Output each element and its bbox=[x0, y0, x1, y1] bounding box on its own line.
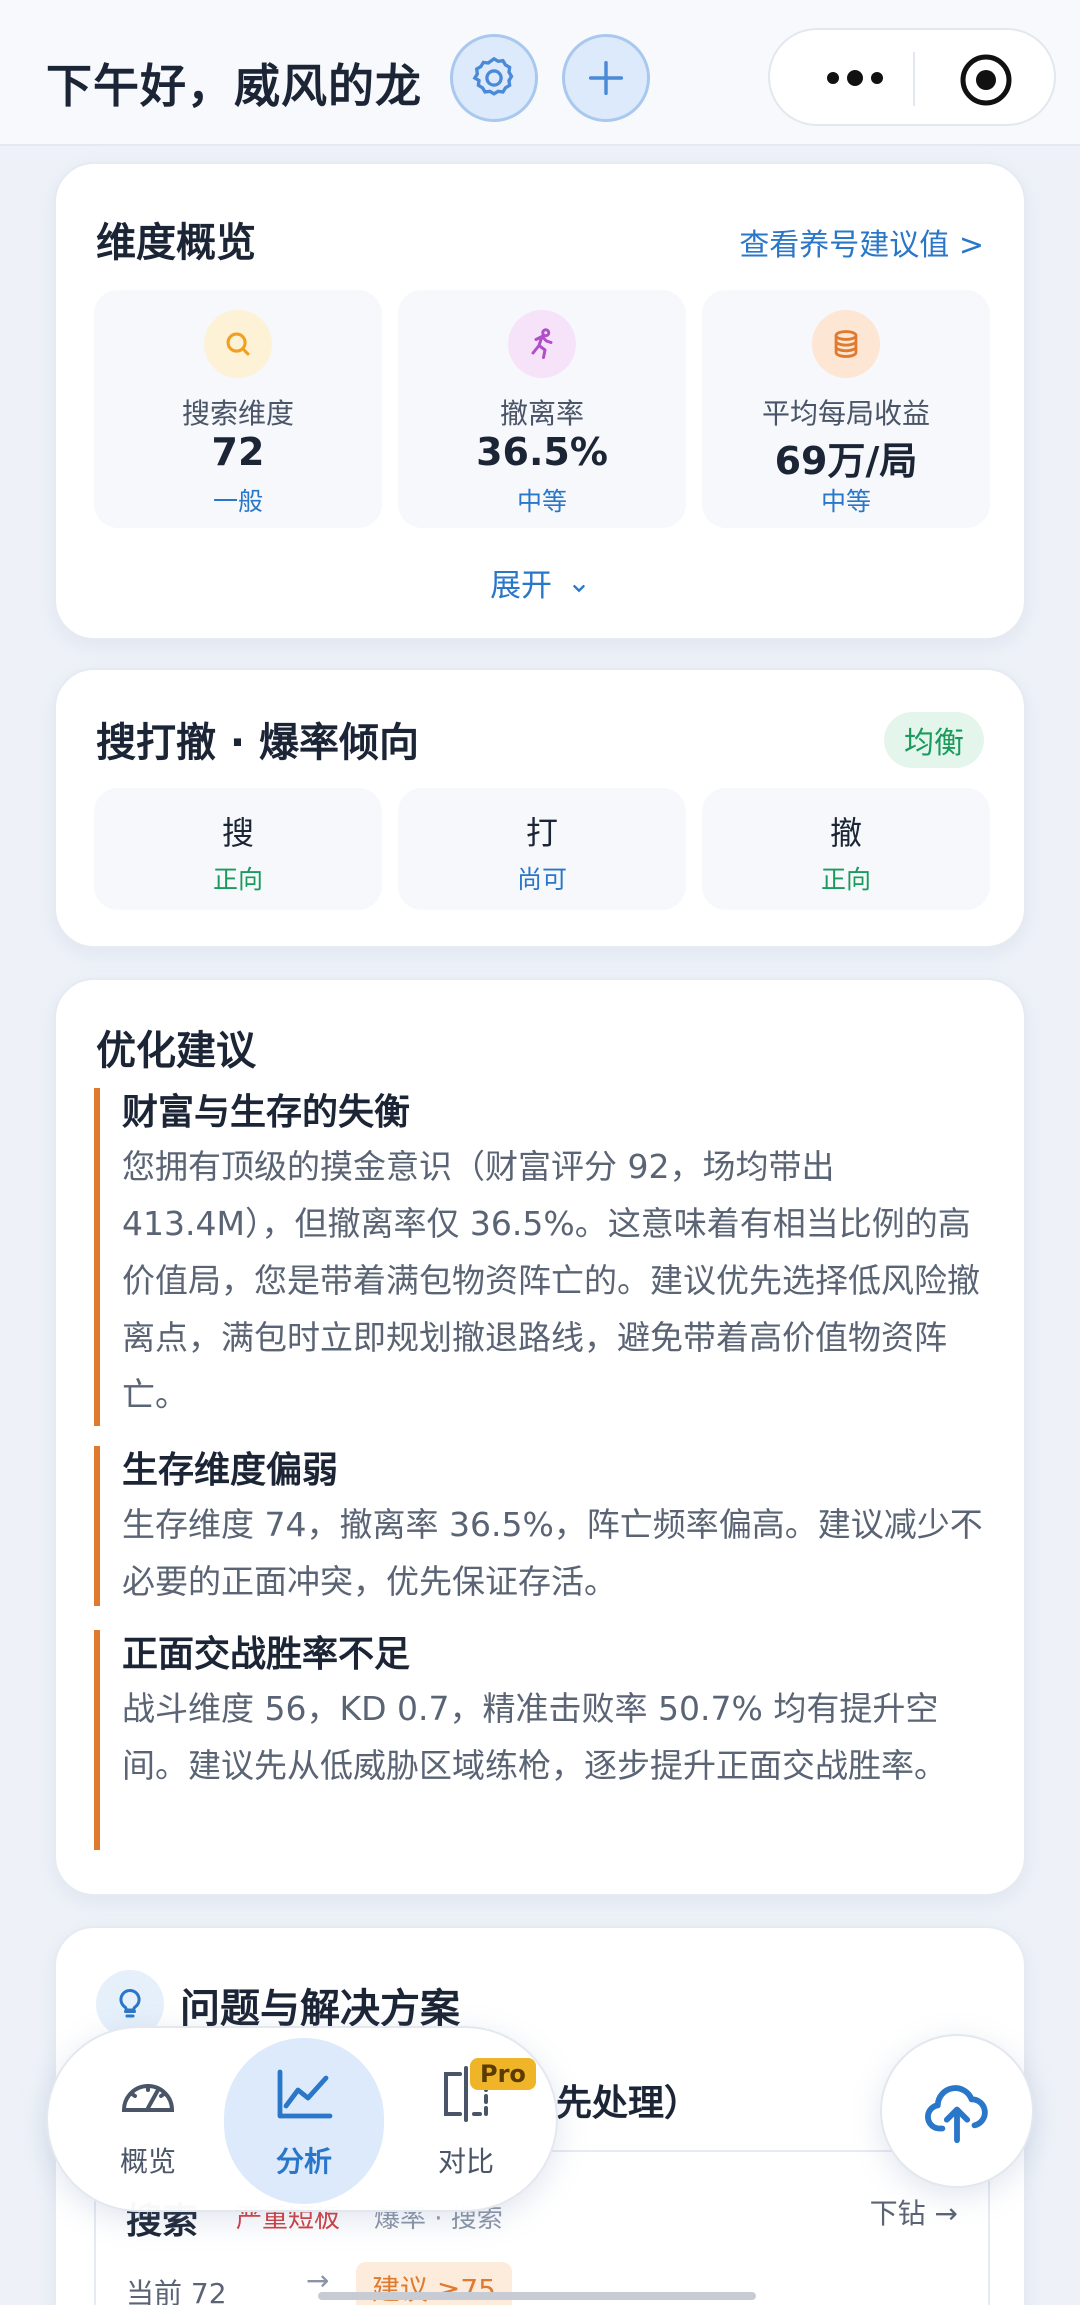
tendency-search: 搜 正向 bbox=[94, 788, 382, 910]
metric-level: 中等 bbox=[516, 487, 567, 516]
problems-subtitle: 先处理） bbox=[556, 2083, 701, 2124]
expand-label: 展开 bbox=[490, 568, 553, 604]
suggestion-item: 正面交战胜率不足 战斗维度 56，KD 0.7，精准击败率 50.7% 均有提升… bbox=[94, 1630, 994, 1850]
tab-label: 概览 bbox=[119, 2145, 176, 2178]
metric-value: 72 bbox=[211, 430, 265, 474]
metric-search[interactable]: 搜索维度 72 一般 bbox=[94, 290, 382, 528]
suggestion-title: 财富与生存的失衡 bbox=[122, 1092, 411, 1133]
metric-label: 平均每局收益 bbox=[761, 397, 930, 430]
tendency-card: 搜打撤 · 爆率倾向 均衡 搜 正向 打 尚可 撤 正向 bbox=[54, 668, 1026, 948]
upload-button[interactable] bbox=[880, 2034, 1034, 2188]
metric-value: 69万/局 bbox=[774, 439, 918, 483]
chevron-down-icon bbox=[573, 584, 585, 592]
target-icon bbox=[960, 54, 1012, 106]
optimization-title: 优化建议 bbox=[96, 1028, 256, 1074]
tendency-status: 正向 bbox=[820, 865, 871, 894]
gear-icon bbox=[472, 56, 514, 96]
pro-badge: Pro bbox=[470, 2058, 536, 2090]
tab-analysis[interactable]: 分析 bbox=[224, 2028, 384, 2214]
capsule-divider bbox=[913, 52, 915, 106]
metric-level: 中等 bbox=[820, 487, 871, 516]
mini-program-capsule bbox=[768, 28, 1056, 126]
suggestion-body: 生存维度 74，撤离率 36.5%，阵亡频率偏高。建议减少不必要的正面冲突，优先… bbox=[122, 1505, 983, 1601]
tendency-label: 撤 bbox=[829, 814, 862, 852]
tendency-fight: 打 尚可 bbox=[398, 788, 686, 910]
cloud-upload-icon bbox=[925, 2085, 988, 2144]
greeting-text: 下午好，威风的龙 bbox=[46, 59, 422, 113]
tab-label: 分析 bbox=[275, 2145, 332, 2178]
suggestion-body: 您拥有顶级的摸金意识（财富评分 92，场均带出 413.4M），但撤离率仅 36… bbox=[122, 1147, 980, 1414]
current-value: 当前 72 bbox=[126, 2277, 227, 2305]
coins-icon bbox=[812, 310, 880, 378]
suggestion-body: 战斗维度 56，KD 0.7，精准击败率 50.7% 均有提升空间。建议先从低威… bbox=[122, 1689, 947, 1785]
add-button[interactable] bbox=[562, 34, 650, 122]
more-dots-icon bbox=[827, 70, 883, 86]
search-icon bbox=[204, 310, 272, 378]
metric-extraction-rate[interactable]: 撤离率 36.5% 中等 bbox=[398, 290, 686, 528]
view-advice-link[interactable]: 查看养号建议值 > bbox=[739, 220, 984, 264]
chart-icon bbox=[277, 2069, 333, 2119]
bottom-tab-bar: 概览 分析 Pro 对比 bbox=[46, 2026, 558, 2212]
tab-compare[interactable]: Pro 对比 bbox=[386, 2028, 546, 2214]
home-indicator bbox=[318, 2292, 756, 2300]
dimension-overview-title: 维度概览 bbox=[96, 220, 256, 266]
tendency-label: 打 bbox=[525, 814, 558, 852]
plus-icon bbox=[588, 60, 624, 96]
suggestion-title: 生存维度偏弱 bbox=[122, 1450, 339, 1491]
app-header: 下午好，威风的龙 bbox=[0, 0, 1080, 146]
gauge-icon bbox=[121, 2084, 175, 2112]
optimization-card: 优化建议 财富与生存的失衡 您拥有顶级的摸金意识（财富评分 92，场均带出 41… bbox=[54, 978, 1026, 1896]
drill-down-link[interactable]: 下钻 → bbox=[870, 2192, 958, 2232]
metric-level: 一般 bbox=[212, 487, 263, 516]
tendency-title: 搜打撤 · 爆率倾向 bbox=[96, 720, 420, 766]
metric-label: 搜索维度 bbox=[181, 397, 294, 430]
expand-button[interactable]: 展开 bbox=[56, 560, 1024, 605]
suggestion-item: 生存维度偏弱 生存维度 74，撤离率 36.5%，阵亡频率偏高。建议减少不必要的… bbox=[94, 1446, 994, 1606]
tendency-status: 尚可 bbox=[516, 865, 567, 894]
close-button[interactable] bbox=[958, 52, 1014, 108]
metric-avg-income[interactable]: 平均每局收益 69万/局 中等 bbox=[702, 290, 990, 528]
balance-badge: 均衡 bbox=[884, 712, 984, 768]
tab-label: 对比 bbox=[437, 2145, 494, 2178]
settings-button[interactable] bbox=[450, 34, 538, 122]
more-button[interactable] bbox=[810, 58, 900, 98]
running-icon bbox=[508, 310, 576, 378]
suggestion-title: 正面交战胜率不足 bbox=[122, 1634, 411, 1675]
tendency-status: 正向 bbox=[212, 865, 263, 894]
suggestion-item: 财富与生存的失衡 您拥有顶级的摸金意识（财富评分 92，场均带出 413.4M）… bbox=[94, 1088, 994, 1426]
tendency-extract: 撤 正向 bbox=[702, 788, 990, 910]
metric-label: 撤离率 bbox=[499, 397, 584, 430]
tendency-label: 搜 bbox=[221, 814, 254, 852]
tab-overview[interactable]: 概览 bbox=[68, 2028, 228, 2214]
metric-value: 36.5% bbox=[476, 430, 608, 474]
dimension-overview-card: 维度概览 查看养号建议值 > 搜索维度 72 一般 撤离率 36.5% 中等 平… bbox=[54, 162, 1026, 640]
